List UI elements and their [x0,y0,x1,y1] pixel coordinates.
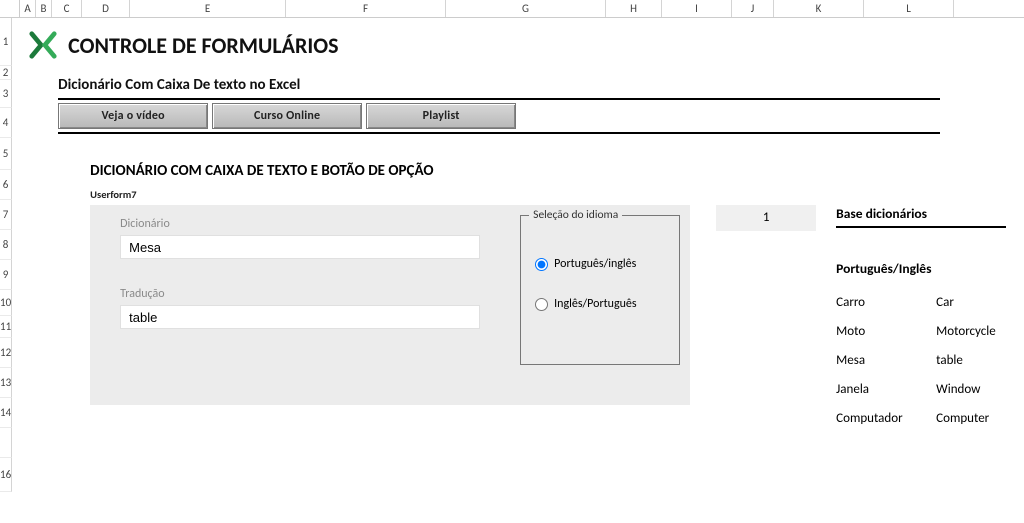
row-header-16[interactable]: 16 [0,458,12,492]
row-header-10[interactable]: 10 [0,290,12,316]
idioma-fieldset: Seleção do idioma Português/inglês Inglê… [520,215,680,365]
row-header-6[interactable]: 6 [0,170,12,200]
dict-row: CarroCar [836,295,1024,310]
col-header-J[interactable]: J [732,0,774,17]
col-header-I[interactable]: I [662,0,732,17]
radio-en-pt-label: Inglês/Português [554,297,636,311]
subtitle: DICIONÁRIO COM CAIXA DE TEXTO E BOTÃO DE… [90,162,1024,180]
row-header-8[interactable]: 8 [0,230,12,260]
col-header-C[interactable]: C [52,0,82,17]
radio-pt-en-label: Português/inglês [554,257,636,271]
row-header-5[interactable]: 5 [0,138,12,170]
row-header-14[interactable]: 14 [0,398,12,428]
col-header-K[interactable]: K [774,0,864,17]
right-column: Base dicionários Português/Inglês CarroC… [836,205,1024,440]
dict-pt: Mesa [836,353,936,368]
page-title: CONTROLE DE FORMULÁRIOS [68,32,338,59]
dict-pt: Carro [836,295,936,310]
row-headers: 123456789101112131416 [0,18,12,492]
col-header-B[interactable]: B [36,0,52,17]
row-header-13[interactable]: 13 [0,368,12,398]
dict-row: ComputadorComputer [836,411,1024,426]
dict-en: Motorcycle [936,324,1024,339]
section-title: Dicionário Com Caixa De texto no Excel [58,76,1024,94]
dicionario-input[interactable] [120,235,480,259]
nav-button[interactable]: Playlist [366,103,516,129]
nav-button[interactable]: Curso Online [212,103,362,129]
base-dicionarios-title: Base dicionários [836,205,1006,228]
row-header-2[interactable]: 2 [0,66,12,80]
number-cell: 1 [716,205,816,231]
dict-en: Car [936,295,1024,310]
row-header-11[interactable]: 11 [0,316,12,338]
dict-pt: Janela [836,382,936,397]
dict-pt: Computador [836,411,936,426]
radio-en-pt[interactable]: Inglês/Português [535,297,679,311]
radio-en-pt-input[interactable] [535,298,548,311]
title-row: CONTROLE DE FORMULÁRIOS [28,30,1024,60]
dict-row: Mesatable [836,353,1024,368]
section: Dicionário Com Caixa De texto no Excel V… [58,76,1024,134]
col-header-H[interactable]: H [606,0,662,17]
radio-pt-en-input[interactable] [535,258,548,271]
col-header-E[interactable]: E [130,0,286,17]
row-header-4[interactable]: 4 [0,108,12,138]
fieldset-legend: Seleção do idioma [529,208,622,222]
col-header-L[interactable]: L [864,0,954,17]
dict-row: MotoMotorcycle [836,324,1024,339]
row-header-12[interactable]: 12 [0,338,12,368]
lang-header: Português/Inglês [836,260,1024,277]
excel-x-icon [28,30,58,60]
button-row: Veja o vídeoCurso OnlinePlaylist [58,98,940,134]
dict-en: table [936,353,1024,368]
sheet-content: CONTROLE DE FORMULÁRIOS Dicionário Com C… [12,18,1024,492]
row-header-1[interactable]: 1 [0,18,12,66]
dict-row: JanelaWindow [836,382,1024,397]
col-header-A[interactable]: A [20,0,36,17]
traducao-input[interactable] [120,305,480,329]
userform-panel: Dicionário Tradução Seleção do idioma Po… [90,205,690,405]
col-header-G[interactable]: G [446,0,606,17]
dict-pt: Moto [836,324,936,339]
dict-table: CarroCarMotoMotorcycleMesatableJanelaWin… [836,295,1024,440]
col-header-D[interactable]: D [82,0,130,17]
dict-en: Computer [936,411,1024,426]
row-header-9[interactable]: 9 [0,260,12,290]
column-headers: ABCDEFGHIJKL [0,0,1024,18]
row-header-3[interactable]: 3 [0,80,12,108]
main-row: Dicionário Tradução Seleção do idioma Po… [90,205,1024,440]
radio-pt-en[interactable]: Português/inglês [535,257,679,271]
row-header-blank[interactable] [0,428,12,458]
userform-label: Userform7 [90,188,1024,201]
row-header-7[interactable]: 7 [0,200,12,230]
col-header-F[interactable]: F [286,0,446,17]
nav-button[interactable]: Veja o vídeo [58,103,208,129]
dict-en: Window [936,382,1024,397]
